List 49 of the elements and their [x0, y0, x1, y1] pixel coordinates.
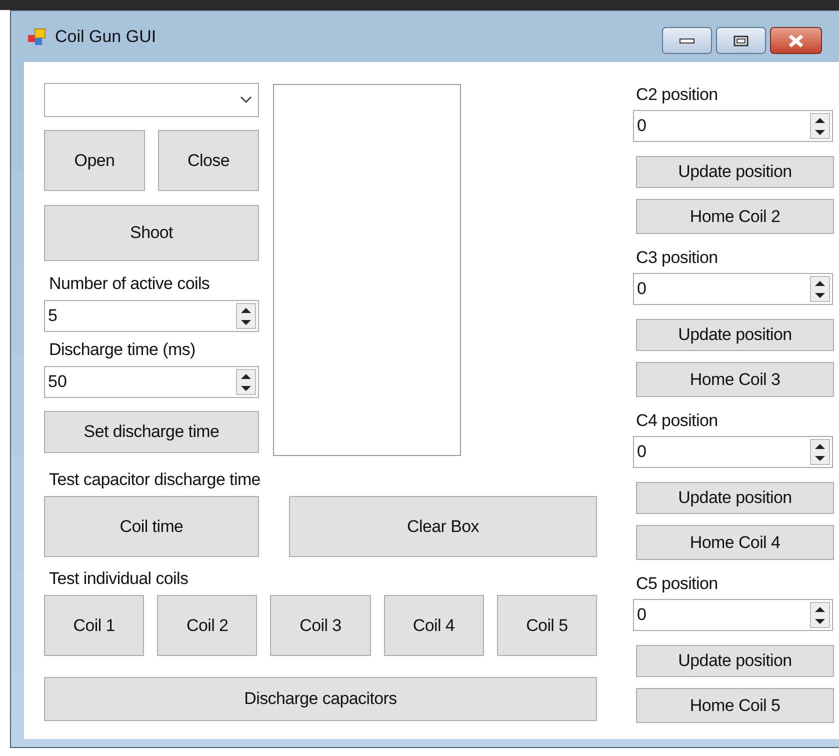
position-label: C3 position [636, 248, 719, 268]
connection-button[interactable]: Close [158, 130, 259, 191]
coil-button[interactable]: Coil 1 [44, 595, 144, 656]
spin-buttons[interactable] [810, 113, 830, 139]
home-coil-button[interactable]: Home Coil 2 [636, 199, 834, 234]
number-field[interactable]: 0 [633, 273, 833, 305]
app-icon [27, 28, 47, 46]
number-field[interactable]: 0 [633, 110, 833, 142]
maximize-button[interactable] [716, 27, 766, 54]
set-discharge-button[interactable]: Set discharge time [44, 411, 259, 453]
coil-button[interactable]: Coil 4 [384, 595, 484, 656]
number-field[interactable]: 5 [44, 300, 259, 332]
active-coils-label: Number of active coils [49, 274, 211, 294]
update-position-button[interactable]: Update position [636, 319, 834, 351]
close-button[interactable] [770, 27, 822, 54]
capacitor-test-label: Test capacitor discharge time [49, 470, 262, 490]
minimize-icon [679, 38, 695, 44]
spin-buttons[interactable] [236, 303, 256, 329]
discharge-capacitors-button[interactable]: Discharge capacitors [44, 677, 597, 721]
discharge-time-label: Discharge time (ms) [49, 340, 196, 360]
shoot-button[interactable]: Shoot [44, 205, 259, 261]
update-position-button[interactable]: Update position [636, 645, 834, 677]
spin-buttons[interactable] [810, 439, 830, 465]
number-field[interactable]: 0 [633, 599, 833, 631]
number-field[interactable]: 0 [633, 436, 833, 468]
chevron-down-icon [240, 96, 252, 104]
position-label: C4 position [636, 411, 719, 431]
coil-button[interactable]: Coil 2 [157, 595, 258, 656]
home-coil-button[interactable]: Home Coil 4 [636, 525, 834, 560]
position-label: C2 position [636, 85, 719, 105]
position-label: C5 position [636, 574, 719, 594]
connection-button[interactable]: Open [44, 130, 145, 191]
window-title: Coil Gun GUI [55, 26, 156, 46]
spin-buttons[interactable] [810, 276, 830, 302]
spin-buttons[interactable] [236, 369, 256, 395]
coil-time-button[interactable]: Coil time [44, 496, 259, 557]
maximize-icon [733, 34, 749, 46]
update-position-button[interactable]: Update position [636, 156, 834, 188]
number-field[interactable]: 50 [44, 366, 259, 398]
coil-button[interactable]: Coil 3 [270, 595, 371, 656]
minimize-button[interactable] [662, 27, 712, 54]
home-coil-button[interactable]: Home Coil 5 [636, 688, 834, 723]
clear-box-button[interactable]: Clear Box [289, 496, 597, 557]
home-coil-button[interactable]: Home Coil 3 [636, 362, 834, 397]
spin-buttons[interactable] [810, 602, 830, 628]
coil-button[interactable]: Coil 5 [496, 595, 598, 656]
update-position-button[interactable]: Update position [636, 482, 834, 514]
individual-coils-label: Test individual coils [49, 569, 190, 589]
close-icon [787, 34, 805, 48]
